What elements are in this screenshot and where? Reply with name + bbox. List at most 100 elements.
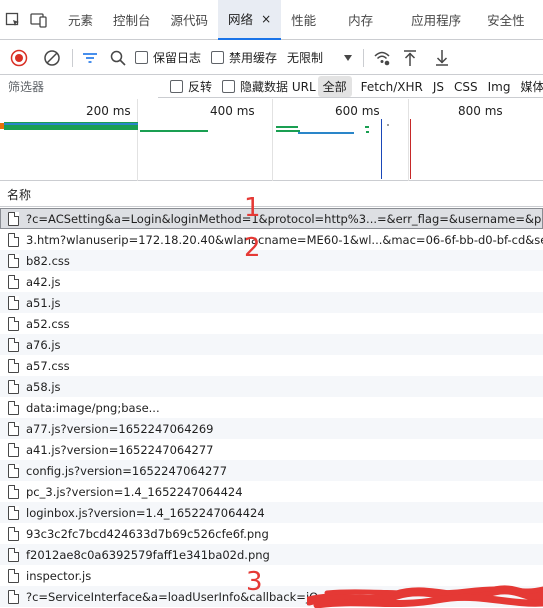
load-event-marker [410,119,411,179]
file-icon [8,421,19,436]
type-filter-media[interactable]: 媒体 [515,76,543,97]
hide-data-urls-box[interactable] [222,80,236,93]
file-icon [8,463,19,478]
network-overview-timeline[interactable]: 200 ms 400 ms 600 ms 800 ms [0,99,543,181]
inspect-element-icon[interactable] [0,0,26,40]
request-row[interactable]: 3.htm?wlanuserip=172.18.20.40&wlanacname… [0,229,543,250]
close-tab-icon[interactable]: × [261,12,271,26]
request-name: inspector.js [26,568,92,583]
device-toolbar-icon[interactable] [26,0,52,40]
tab-memory[interactable]: 内存 [326,0,395,40]
file-icon [8,442,19,457]
request-name: 93c3c2fc7bcd424633d7b69c526cfe6f.png [26,526,269,541]
column-header-name[interactable]: 名称 [0,182,543,207]
request-row[interactable]: pc_3.js?version=1.4_1652247064424 [0,481,543,502]
request-row[interactable]: f2012ae8c0a6392579faff1e341ba02d.png [0,544,543,565]
tab-network-label: 网络 [228,12,254,27]
request-row[interactable]: b82.css [0,250,543,271]
preserve-log-label: 保留日志 [153,51,202,65]
timeline-bar [276,126,298,128]
request-name: config.js?version=1652247064277 [26,463,228,478]
tab-performance[interactable]: 性能 [281,0,326,40]
timeline-tick-label: 800 ms [458,104,503,118]
invert-box[interactable] [170,80,183,93]
filter-input[interactable] [0,75,158,98]
throttling-select[interactable]: 无限制 [287,49,357,66]
search-icon[interactable] [101,41,135,75]
file-icon [8,505,19,520]
annotation-number: 3 [246,567,263,597]
request-row[interactable]: config.js?version=1652247064277 [0,460,543,481]
file-icon [8,316,19,331]
timeline-bar [365,126,369,128]
type-filter-all[interactable]: 全部 [317,76,352,97]
filter-icon[interactable] [79,41,101,75]
type-filter-css[interactable]: CSS [449,78,483,96]
export-har-icon[interactable] [426,41,458,75]
tab-console[interactable]: 控制台 [103,0,161,40]
throttling-value: 无限制 [287,51,324,65]
tab-elements[interactable]: 元素 [58,0,103,40]
file-icon [8,253,19,268]
request-row[interactable]: a76.js [0,334,543,355]
tab-sources[interactable]: 源代码 [161,0,219,40]
request-row[interactable]: ?c=ACSetting&a=Login&loginMethod=1&proto… [0,208,543,229]
type-filter-fetch-xhr[interactable]: Fetch/XHR [356,78,428,96]
document-icon [8,232,19,247]
disable-cache-box[interactable] [211,51,225,64]
request-name: a57.css [26,358,70,373]
request-row[interactable]: a52.css [0,313,543,334]
request-row[interactable]: a57.css [0,355,543,376]
tab-network[interactable]: 网络 × [218,0,282,40]
invert-label: 反转 [188,80,213,94]
dom-content-loaded-marker [381,119,382,179]
column-name-label: 名称 [7,187,32,202]
request-name: ?c=ACSetting&a=Login&loginMethod=1&proto… [26,211,543,226]
request-name: loginbox.js?version=1.4_1652247064424 [26,505,265,520]
timeline-bar [140,130,208,132]
request-name: f2012ae8c0a6392579faff1e341ba02d.png [26,547,270,562]
clear-icon[interactable] [38,41,66,75]
dropdown-arrow-icon [344,54,353,61]
annotation-number: 2 [244,233,261,263]
file-icon [8,379,19,394]
toolbar-divider [72,48,73,67]
preserve-log-box[interactable] [135,51,148,64]
timeline-bar [298,132,354,134]
devtools-tab-bar: 元素 控制台 源代码 网络 × 性能 内存 应用程序 安全性 [0,0,543,40]
annotation-number: 1 [244,193,261,223]
request-row[interactable]: a58.js [0,376,543,397]
record-stop-icon[interactable] [0,41,38,75]
filter-bar: 反转 隐藏数据 URL 全部 Fetch/XHR JS CSS Img 媒体 [0,75,543,98]
request-row[interactable]: loginbox.js?version=1.4_1652247064424 [0,502,543,523]
import-har-icon[interactable] [394,41,426,75]
timeline-gridline [137,99,138,181]
request-row[interactable]: a42.js [0,271,543,292]
request-row[interactable]: a41.js?version=1652247064277 [0,439,543,460]
image-file-icon [8,547,19,562]
request-row[interactable]: data:image/png;base... [0,397,543,418]
request-name: a76.js [26,337,61,352]
type-filter-img[interactable]: Img [483,78,516,96]
toolbar-divider [363,48,365,67]
preserve-log-checkbox[interactable]: 保留日志 [135,49,201,66]
disable-cache-checkbox[interactable]: 禁用缓存 [211,49,277,66]
request-name: a58.js [26,379,61,394]
hide-data-urls-checkbox[interactable]: 隐藏数据 URL [222,78,316,95]
timeline-tick-label: 600 ms [335,104,380,118]
timeline-tick-label: 200 ms [86,104,131,118]
hide-data-urls-label: 隐藏数据 URL [240,80,316,94]
request-row[interactable]: a77.js?version=1652247064269 [0,418,543,439]
tab-security[interactable]: 安全性 [477,0,535,40]
network-toolbar: 保留日志 禁用缓存 无限制 [0,41,543,75]
request-row[interactable]: a51.js [0,292,543,313]
invert-checkbox[interactable]: 反转 [170,78,212,95]
tab-application[interactable]: 应用程序 [395,0,477,40]
timeline-gridline [272,99,273,181]
request-name: a42.js [26,274,61,289]
type-filter-js[interactable]: JS [428,78,449,96]
network-conditions-icon[interactable] [370,41,394,75]
request-row[interactable]: 93c3c2fc7bcd424633d7b69c526cfe6f.png [0,523,543,544]
request-name: a41.js?version=1652247064277 [26,442,214,457]
file-icon [8,589,19,604]
